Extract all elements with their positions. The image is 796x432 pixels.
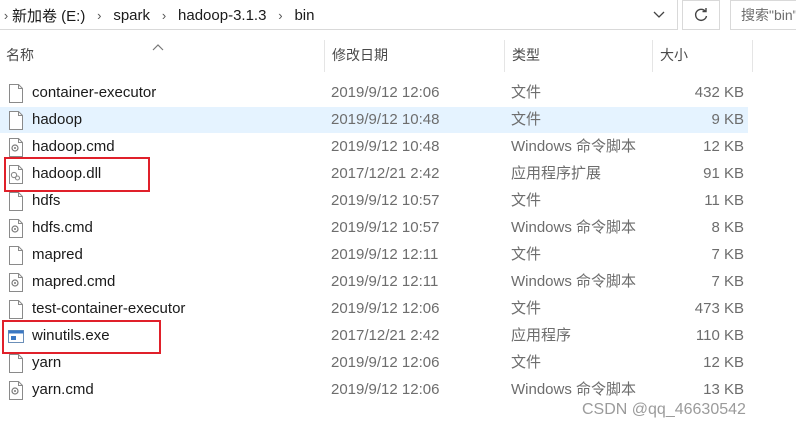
breadcrumb-item-hadoop[interactable]: hadoop-3.1.3 — [178, 7, 266, 24]
chevron-right-icon[interactable]: › — [0, 8, 12, 23]
column-type[interactable]: 类型 — [506, 36, 652, 74]
column-date[interactable]: 修改日期 — [326, 36, 504, 74]
file-row[interactable]: mapred.cmd 2019/9/12 12:11 Windows 命令脚本 7 K… — [0, 269, 748, 295]
file-modified-date: 2019/9/12 12:06 — [331, 84, 440, 101]
file-modified-date: 2019/9/12 10:57 — [331, 192, 440, 209]
column-divider[interactable] — [652, 40, 653, 72]
script-file-icon — [8, 219, 24, 238]
script-file-icon — [8, 381, 24, 400]
column-type-label: 类型 — [512, 47, 540, 63]
file-modified-date: 2019/9/12 10:48 — [331, 138, 440, 155]
file-row[interactable]: mapred 2019/9/12 12:11 文件 7 KB — [0, 242, 748, 268]
file-name: container-executor — [32, 84, 157, 101]
breadcrumb: › 新加卷 (E:) › spark › hadoop-3.1.3 › bin — [0, 0, 315, 30]
chevron-down-icon[interactable] — [648, 6, 670, 24]
file-modified-date: 2019/9/12 10:57 — [331, 219, 440, 236]
file-size: 9 KB — [711, 111, 744, 128]
refresh-button[interactable] — [682, 0, 720, 30]
file-icon — [8, 300, 24, 319]
file-modified-date: 2017/12/21 2:42 — [331, 327, 440, 344]
column-date-label: 修改日期 — [332, 47, 388, 63]
column-name-label: 名称 — [6, 47, 34, 63]
script-file-icon — [8, 138, 24, 157]
file-size: 91 KB — [703, 165, 744, 182]
file-type: Windows 命令脚本 — [511, 273, 637, 290]
watermark: CSDN @qq_46630542 — [582, 401, 746, 418]
column-divider[interactable] — [324, 40, 325, 72]
file-name: yarn.cmd — [32, 381, 94, 398]
column-size-label: 大小 — [660, 47, 688, 63]
file-name: hdfs.cmd — [32, 219, 93, 236]
column-divider[interactable] — [504, 40, 505, 72]
file-size: 473 KB — [694, 300, 744, 317]
file-type: 文件 — [511, 300, 542, 317]
chevron-right-icon[interactable]: › — [266, 8, 294, 23]
file-row[interactable]: hdfs.cmd 2019/9/12 10:57 Windows 命令脚本 8 KB — [0, 215, 748, 241]
file-size: 110 KB — [695, 327, 744, 344]
refresh-icon — [694, 8, 708, 22]
file-size: 432 KB — [694, 84, 744, 101]
file-type: 文件 — [511, 111, 542, 128]
highlight-box-hadoop-dll — [4, 157, 150, 192]
chevron-right-icon[interactable]: › — [85, 8, 113, 23]
file-modified-date: 2019/9/12 12:06 — [331, 381, 440, 398]
file-icon — [8, 354, 24, 373]
file-type: 文件 — [511, 246, 542, 263]
file-type: Windows 命令脚本 — [511, 138, 637, 155]
chevron-right-icon[interactable]: › — [150, 8, 178, 23]
breadcrumb-item-spark[interactable]: spark — [113, 7, 150, 24]
file-icon — [8, 192, 24, 211]
file-size: 8 KB — [711, 219, 744, 236]
file-type: 应用程序 — [511, 327, 572, 344]
file-type: 文件 — [511, 192, 542, 209]
file-icon — [8, 246, 24, 265]
file-row[interactable]: yarn.cmd 2019/9/12 12:06 Windows 命令脚本 13 KB — [0, 377, 748, 403]
file-modified-date: 2019/9/12 12:06 — [331, 354, 440, 371]
address-bar[interactable]: › 新加卷 (E:) › spark › hadoop-3.1.3 › bin — [0, 0, 678, 30]
file-modified-date: 2019/9/12 12:06 — [331, 300, 440, 317]
breadcrumb-item-drive[interactable]: 新加卷 (E:) — [12, 5, 85, 26]
file-name: mapred — [32, 246, 83, 263]
file-modified-date: 2019/9/12 10:48 — [331, 111, 440, 128]
file-size: 11 KB — [704, 192, 744, 209]
file-name: hadoop — [32, 111, 83, 128]
file-type: Windows 命令脚本 — [511, 381, 637, 398]
file-type: 文件 — [511, 84, 542, 101]
file-modified-date: 2017/12/21 2:42 — [331, 165, 440, 182]
file-row[interactable]: hadoop 2019/9/12 10:48 文件 9 KB — [0, 107, 748, 133]
column-header: 名称 修改日期 类型 大小 — [0, 36, 796, 74]
file-modified-date: 2019/9/12 12:11 — [331, 273, 439, 290]
file-size: 7 KB — [711, 273, 744, 290]
column-name[interactable]: 名称 — [0, 36, 324, 74]
file-type: Windows 命令脚本 — [511, 219, 637, 236]
highlight-box-winutils-exe — [2, 320, 161, 354]
file-type: 文件 — [511, 354, 542, 371]
column-size[interactable]: 大小 — [654, 36, 754, 74]
file-row[interactable]: container-executor 2019/9/12 12:06 文件 432 K… — [0, 80, 748, 106]
breadcrumb-item-bin[interactable]: bin — [294, 7, 314, 24]
file-modified-date: 2019/9/12 12:11 — [331, 246, 439, 263]
file-size: 12 KB — [703, 354, 744, 371]
column-divider[interactable] — [752, 40, 753, 72]
file-icon — [8, 111, 24, 130]
file-icon — [8, 84, 24, 103]
search-placeholder: 搜索"bin" — [741, 7, 796, 23]
file-row[interactable]: test-container-executor 2019/9/12 12:06 文件… — [0, 296, 748, 322]
script-file-icon — [8, 273, 24, 292]
search-input[interactable]: 搜索"bin" — [730, 0, 796, 30]
file-type: 应用程序扩展 — [511, 165, 602, 182]
file-name: test-container-executor — [32, 300, 186, 317]
file-name: mapred.cmd — [32, 273, 116, 290]
file-size: 13 KB — [703, 381, 744, 398]
file-size: 12 KB — [703, 138, 744, 155]
file-size: 7 KB — [711, 246, 744, 263]
